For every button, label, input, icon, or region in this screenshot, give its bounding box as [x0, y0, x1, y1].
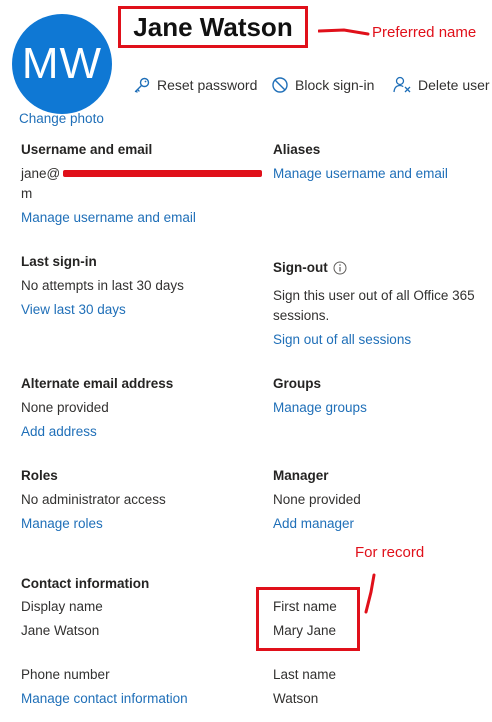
first-name-highlight [256, 587, 360, 651]
page-title: Jane Watson [133, 11, 293, 42]
signout-value-line1: Sign this user out of all Office 365 [273, 288, 475, 303]
roles-heading: Roles [21, 468, 58, 483]
display-name-label: Display name [21, 599, 103, 614]
view-last-30-days-link[interactable]: View last 30 days [21, 302, 126, 317]
first-name-value: Mary Jane [273, 623, 337, 638]
block-icon [272, 77, 288, 93]
info-icon[interactable] [333, 261, 347, 275]
change-photo-link[interactable]: Change photo [19, 111, 104, 126]
groups-heading: Groups [273, 376, 322, 391]
manager-value: None provided [273, 492, 361, 507]
signout-heading-row: Sign-out [273, 260, 347, 275]
alt-email-heading: Alternate email address [21, 376, 174, 391]
block-signin-label: Block sign-in [295, 77, 375, 93]
add-manager-link[interactable]: Add manager [273, 516, 354, 531]
signout-heading: Sign-out [273, 260, 328, 275]
manage-roles-link[interactable]: Manage roles [21, 516, 103, 531]
alt-email-value: None provided [21, 400, 109, 415]
for-record-annotation: For record [355, 544, 425, 561]
reset-password-button[interactable]: Reset password [133, 76, 257, 94]
contact-heading: Contact information [21, 576, 150, 591]
display-name-value: Jane Watson [21, 623, 100, 638]
last-name-value: Watson [273, 691, 319, 706]
manage-contact-info-link[interactable]: Manage contact information [21, 691, 188, 706]
username-heading: Username and email [21, 142, 153, 157]
last-name-label: Last name [273, 667, 337, 682]
manage-aliases-link[interactable]: Manage username and email [273, 166, 448, 181]
key-icon [134, 77, 150, 93]
first-name-label: First name [273, 599, 337, 614]
signout-value-line2: sessions. [273, 308, 330, 323]
manage-username-link[interactable]: Manage username and email [21, 210, 196, 225]
redaction-bar [63, 170, 262, 177]
display-name-highlight: Jane Watson [118, 6, 308, 48]
email-value-start: jane@ [21, 166, 61, 181]
add-address-link[interactable]: Add address [21, 424, 97, 439]
delete-user-icon [393, 76, 411, 93]
aliases-heading: Aliases [273, 142, 321, 157]
last-signin-value: No attempts in last 30 days [21, 278, 184, 293]
roles-value: No administrator access [21, 492, 166, 507]
delete-user-button[interactable]: Delete user [393, 76, 490, 94]
reset-password-label: Reset password [157, 77, 258, 93]
manage-groups-link[interactable]: Manage groups [273, 400, 367, 415]
email-value-end: m [21, 186, 33, 201]
last-signin-heading: Last sign-in [21, 254, 97, 269]
block-signin-button[interactable]: Block sign-in [271, 76, 374, 94]
annotation-line [318, 28, 370, 36]
annotation-line [364, 573, 376, 614]
manager-heading: Manager [273, 468, 329, 483]
avatar: MW [12, 14, 112, 114]
sign-out-all-sessions-link[interactable]: Sign out of all sessions [273, 332, 411, 347]
preferred-name-annotation: Preferred name [372, 24, 477, 41]
delete-user-label: Delete user [418, 77, 490, 93]
phone-number-label: Phone number [21, 667, 110, 682]
